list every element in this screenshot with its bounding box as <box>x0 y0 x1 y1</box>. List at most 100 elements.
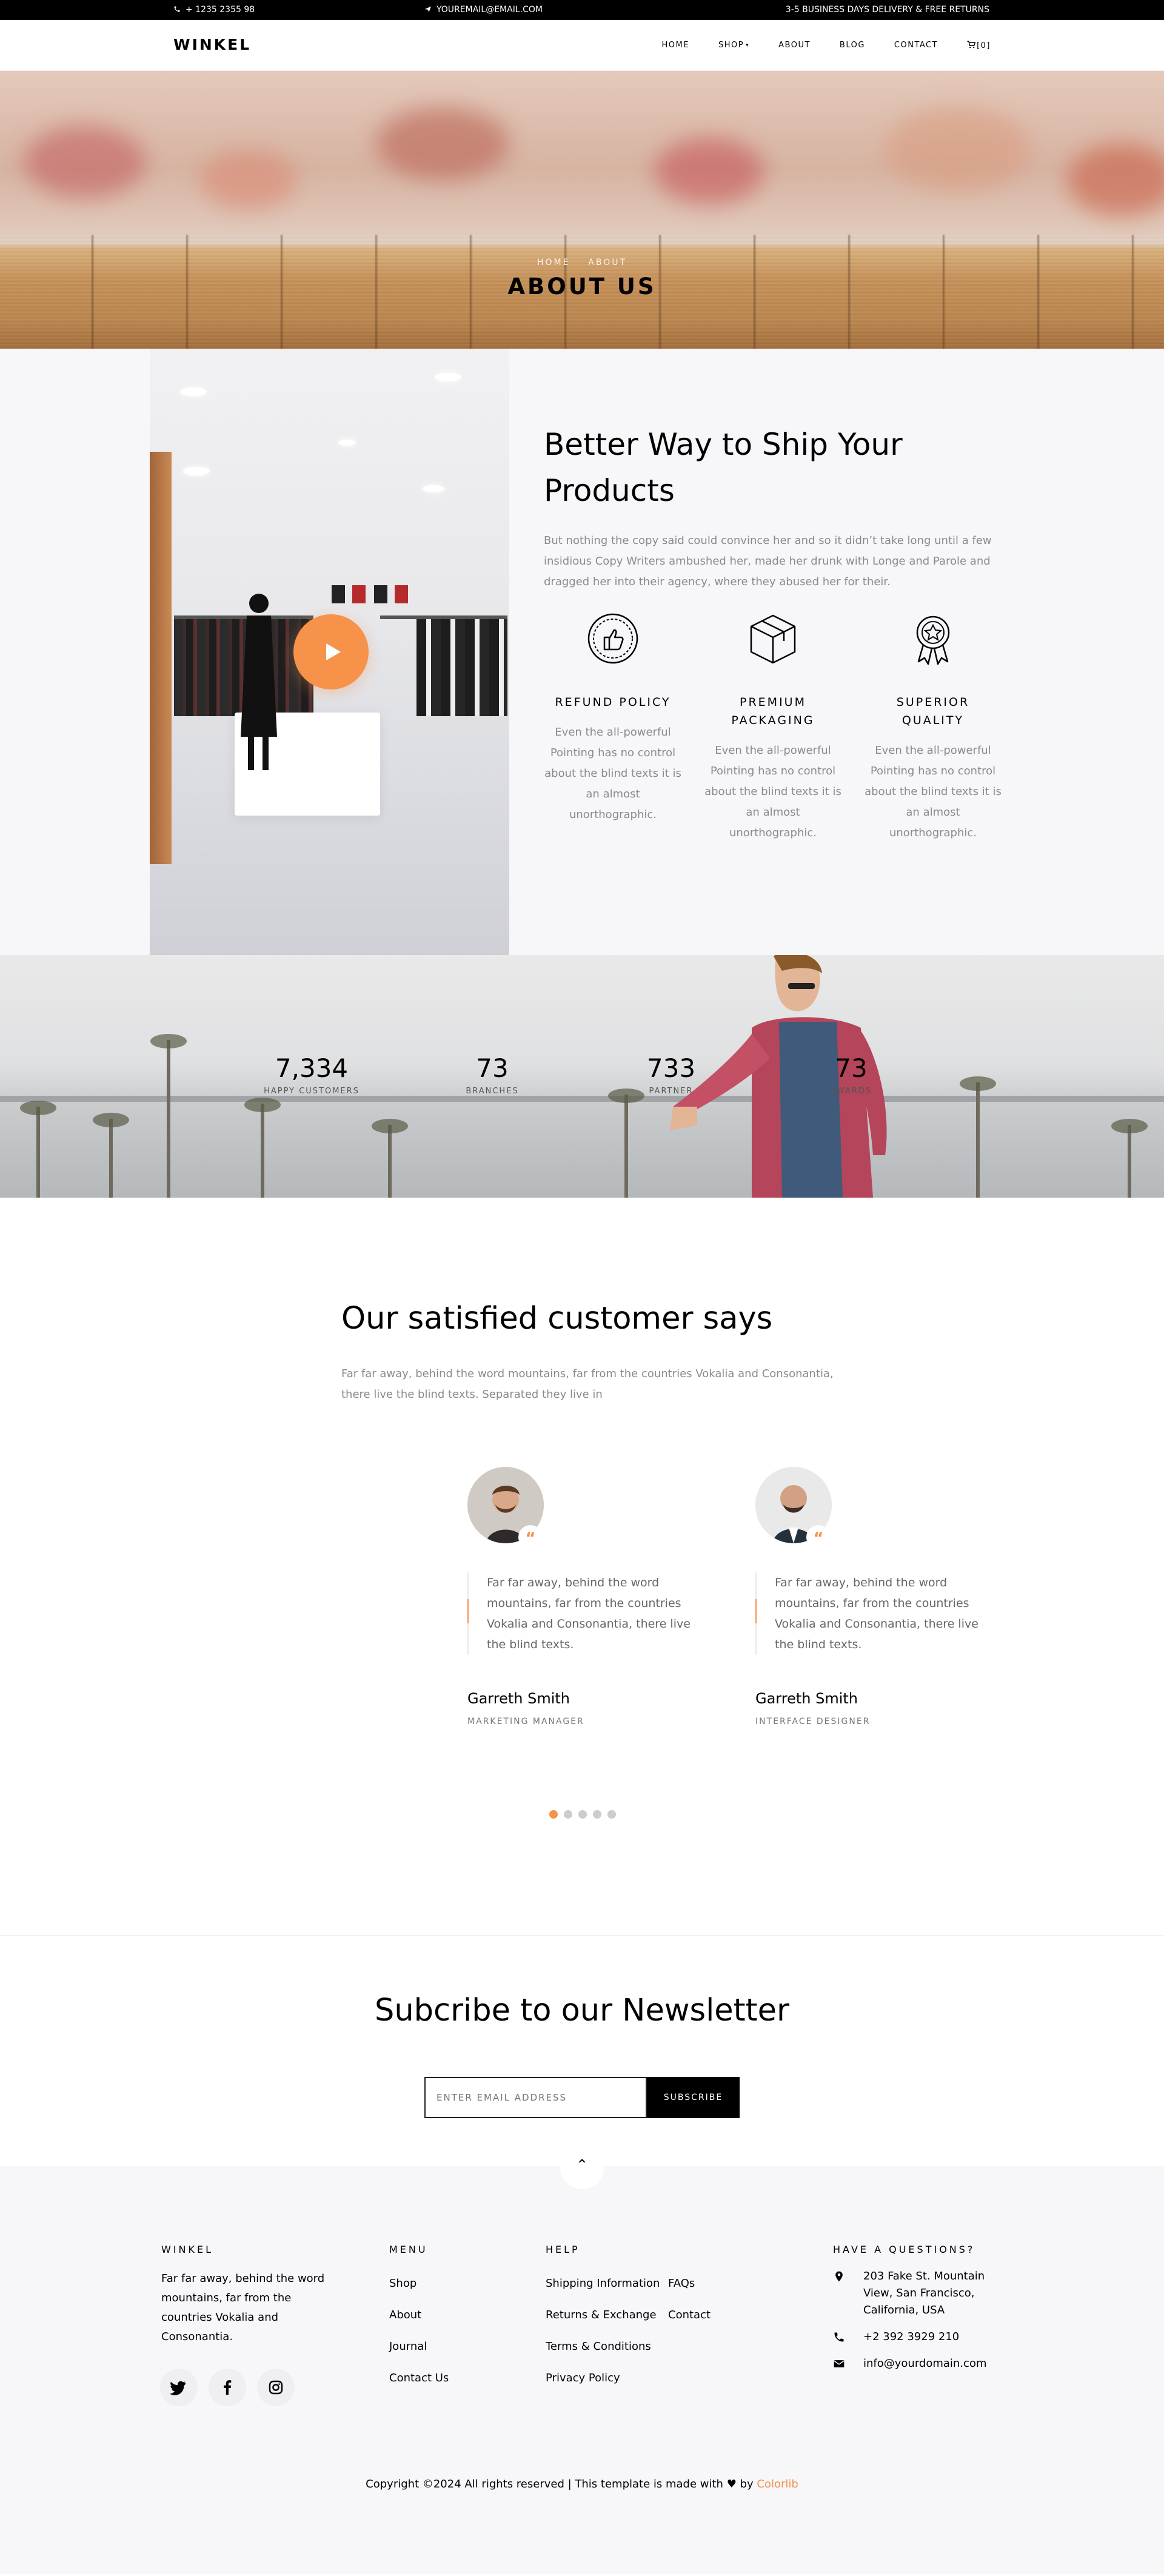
facebook-icon[interactable] <box>209 2369 246 2406</box>
palm-tree <box>1128 1125 1131 1198</box>
instagram-icon[interactable] <box>257 2369 295 2406</box>
palm-tree <box>36 1107 40 1198</box>
email-input[interactable] <box>424 2077 647 2118</box>
nav-item-shop[interactable]: SHOP ▾ <box>718 41 749 50</box>
nav-item-home[interactable]: HOME <box>662 41 689 50</box>
footer-link-privacy[interactable]: Privacy Policy <box>546 2363 660 2394</box>
carousel-dot[interactable] <box>593 1810 601 1819</box>
testimonial-card: “ Far far away, behind the word mountain… <box>755 1467 998 1726</box>
top-bar: + 1235 2355 98 YOUREMAIL@EMAIL.COM 3-5 B… <box>0 0 1164 20</box>
phone-icon <box>174 6 180 12</box>
main-navbar: WINKEL HOME SHOP ▾ ABOUT BLOG CONTACT [0] <box>0 20 1164 71</box>
shopper-figure <box>241 594 277 770</box>
cart-count[interactable]: [0] <box>977 41 991 50</box>
footer-contact-title: HAVE A QUESTIONS? <box>833 2244 975 2255</box>
handbags <box>332 585 416 603</box>
carousel-dot[interactable] <box>564 1810 572 1819</box>
stat-value: 73 <box>835 1053 868 1083</box>
carousel-dot[interactable] <box>549 1810 558 1819</box>
footer-menu-title: MENU <box>389 2244 428 2255</box>
stat-partner: 733 PARTNER <box>604 1053 738 1096</box>
map-marker-icon <box>835 2271 843 2282</box>
quote-mark-icon: “ <box>518 1525 543 1549</box>
footer-link-returns[interactable]: Returns & Exchange <box>546 2299 660 2331</box>
footer-menu-links: Shop About Journal Contact Us <box>389 2268 449 2394</box>
footer-help-title: HELP <box>546 2244 580 2255</box>
contact-email[interactable]: info@yourdomain.com <box>833 2355 1015 2372</box>
stat-label: BRANCHES <box>466 1087 519 1096</box>
feature-quality: SUPERIOR QUALITY Even the all-powerful P… <box>863 609 1003 844</box>
testimonial-quote: Far far away, behind the word mountains,… <box>755 1572 998 1655</box>
clothes <box>416 619 507 716</box>
contact-email-text[interactable]: info@yourdomain.com <box>863 2357 987 2370</box>
store-door <box>150 452 172 864</box>
footer-link-faqs[interactable]: FAQs <box>668 2268 711 2299</box>
feature-packaging: PREMIUM PACKAGING Even the all-powerful … <box>703 609 843 844</box>
testimonial-name: Garreth Smith <box>755 1690 858 1707</box>
feature-title: SUPERIOR QUALITY <box>896 696 970 727</box>
topbar-email-text[interactable]: YOUREMAIL@EMAIL.COM <box>436 5 543 15</box>
ceiling-light <box>183 467 210 475</box>
footer-contact-info: 203 Fake St. Mountain View, San Francisc… <box>833 2268 1015 2382</box>
hero-bokeh <box>885 107 1031 192</box>
testimonials-heading: Our satisfied customer says <box>341 1301 773 1337</box>
nav-cart[interactable]: [0] <box>967 41 991 50</box>
colorlib-link[interactable]: Colorlib <box>757 2478 798 2490</box>
subscribe-button[interactable]: SUBSCRIBE <box>647 2077 740 2118</box>
breadcrumb-home[interactable]: HOME <box>537 258 570 267</box>
thumbs-up-badge-icon <box>587 613 638 664</box>
footer-help-links-2: FAQs Contact <box>668 2268 711 2331</box>
footer-link-journal[interactable]: Journal <box>389 2331 449 2363</box>
newsletter-form: SUBSCRIBE <box>424 2077 740 2118</box>
palm-fronds <box>93 1113 129 1127</box>
about-section: Better Way to Ship Your Products But not… <box>0 349 1164 955</box>
carousel-dot[interactable] <box>578 1810 587 1819</box>
nav-item-about[interactable]: ABOUT <box>778 41 811 50</box>
nav-item-blog[interactable]: BLOG <box>840 41 865 50</box>
nav-item-contact[interactable]: CONTACT <box>894 41 938 50</box>
brand-logo[interactable]: WINKEL <box>173 36 251 53</box>
ceiling-light <box>338 440 356 446</box>
footer-link-contact-us[interactable]: Contact Us <box>389 2363 449 2394</box>
topbar-phone: + 1235 2355 98 <box>173 5 255 15</box>
twitter-icon[interactable] <box>160 2369 198 2406</box>
contact-phone-text[interactable]: +2 392 3929 210 <box>863 2330 959 2343</box>
palm-fronds <box>960 1076 996 1091</box>
heart-icon: ♥ <box>726 2478 737 2490</box>
footer-link-shop[interactable]: Shop <box>389 2268 449 2299</box>
palm-fronds <box>150 1034 187 1048</box>
quote-mark-icon: “ <box>806 1525 831 1549</box>
box-icon <box>750 614 796 664</box>
palm-fronds <box>244 1098 281 1112</box>
copyright-text: Copyright ©2024 All rights reserved | Th… <box>366 2478 723 2490</box>
hero-bokeh <box>376 107 509 180</box>
footer-link-terms[interactable]: Terms & Conditions <box>546 2331 660 2363</box>
ceiling-light <box>423 485 444 492</box>
hero-bokeh <box>24 126 146 198</box>
footer-link-contact[interactable]: Contact <box>668 2299 711 2331</box>
footer-link-about[interactable]: About <box>389 2299 449 2331</box>
footer-link-shipping[interactable]: Shipping Information <box>546 2268 660 2299</box>
carousel-dot[interactable] <box>607 1810 616 1819</box>
stat-label: HAPPY CUSTOMERS <box>264 1087 360 1096</box>
contact-address-text: 203 Fake St. Mountain View, San Francisc… <box>863 2270 985 2316</box>
chevron-up-icon[interactable]: ⌃ <box>560 2145 604 2189</box>
feature-title: PREMIUM PACKAGING <box>731 696 815 727</box>
topbar-email[interactable]: YOUREMAIL@EMAIL.COM <box>424 5 543 15</box>
phone-icon <box>834 2332 844 2342</box>
nav-item-shop-label[interactable]: SHOP <box>718 41 744 50</box>
testimonial-quote: Far far away, behind the word mountains,… <box>467 1572 710 1655</box>
feature-refund: REFUND POLICY Even the all-powerful Poin… <box>543 609 683 825</box>
palm-fronds <box>372 1119 408 1133</box>
about-lead-text: But nothing the copy said could convince… <box>544 534 992 588</box>
feature-text: Even the all-powerful Pointing has no co… <box>544 726 681 821</box>
palm-tree <box>976 1082 980 1198</box>
video-play-button[interactable] <box>293 614 369 689</box>
palm-tree <box>624 1095 628 1198</box>
palm-tree <box>167 1040 170 1198</box>
testimonial-role: MARKETING MANAGER <box>467 1717 584 1726</box>
testimonials-subtitle: Far far away, behind the word mountains,… <box>341 1367 834 1401</box>
caret-down-icon: ▾ <box>746 42 750 49</box>
page-hero: HOME ABOUT ABOUT US <box>0 71 1164 349</box>
contact-phone[interactable]: +2 392 3929 210 <box>833 2329 1015 2346</box>
